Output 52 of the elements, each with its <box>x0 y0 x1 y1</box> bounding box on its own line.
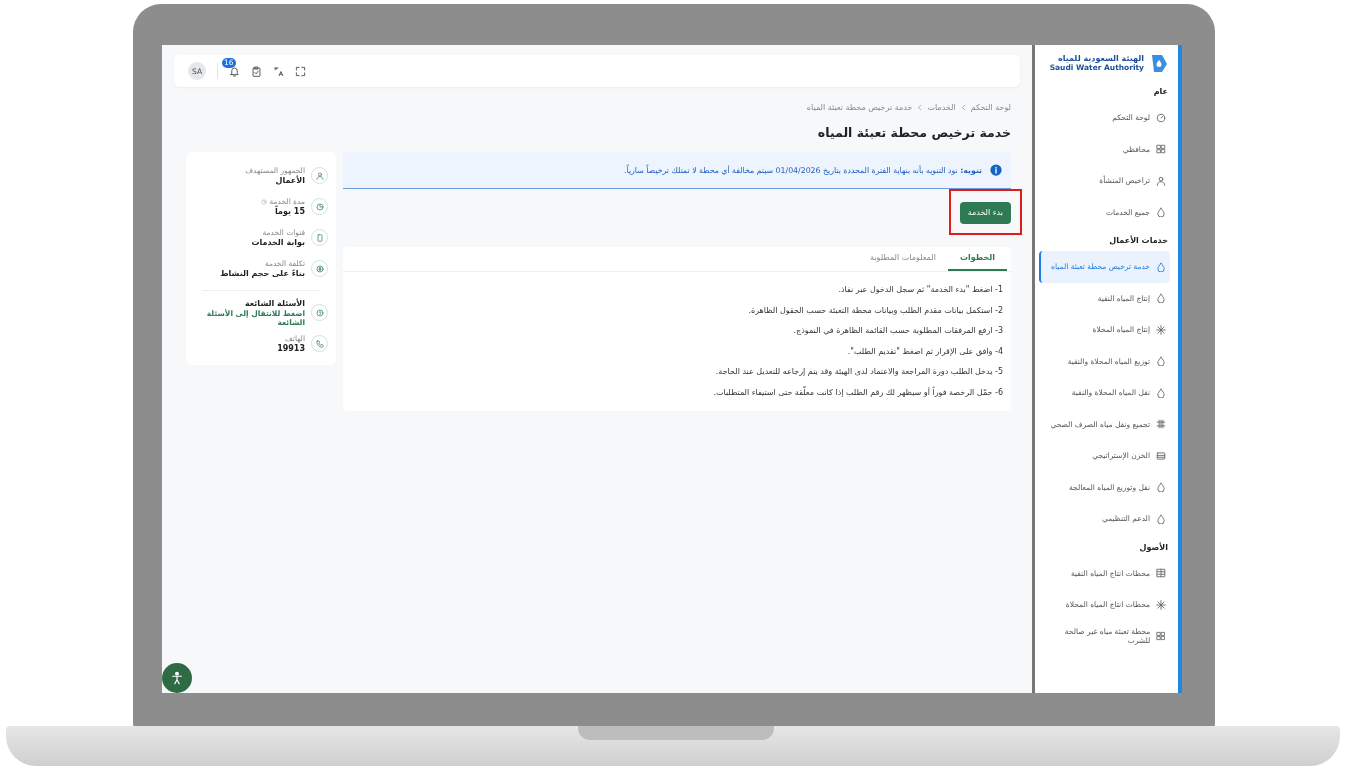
grid-icon <box>1156 631 1166 642</box>
drop-icon <box>1156 387 1166 398</box>
step-text: 2- استكمل بيانات مقدم الطلب وبيانات محطة التعبئة حسب الحقول الظاهرة. <box>747 304 1004 317</box>
drop-icon <box>1156 356 1166 367</box>
snowflake-icon <box>1156 324 1166 335</box>
accessibility-icon <box>170 671 184 685</box>
step-text: 6- حمّل الرخصة فوراً أو سيظهر لك رقم الطلب إذا كانت معلّقة حتى استيفاء المتطلبات. <box>712 385 1004 399</box>
start-service-button[interactable]: بدء الخدمة <box>959 201 1011 224</box>
step-text: 1- اضغط "بدء الخدمة" ثم سجل الدخول عبر نفاذ. <box>837 284 1004 297</box>
sidebar-section-title: الأصول <box>1138 542 1168 552</box>
drop-icon <box>1156 207 1166 218</box>
breadcrumb-link[interactable]: لوحة التحكم <box>970 103 1011 112</box>
logo-arabic-text: الهيئة السعودية للمياه <box>1057 54 1144 63</box>
chevron-icon <box>916 104 924 111</box>
breadcrumb-link[interactable]: الخدمات <box>927 103 956 112</box>
info-value: 19913 <box>277 344 305 353</box>
mobile-icon <box>315 233 324 242</box>
drop-icon <box>1156 293 1166 304</box>
tab[interactable]: المعلومات المطلوبة <box>858 246 948 271</box>
drop-icon <box>1156 482 1166 493</box>
info-value: 15 يوماً <box>275 207 305 216</box>
info-value: بناءً على حجم النشاط <box>220 269 305 278</box>
sidebar-section-title: خدمات الأعمال <box>1108 236 1168 245</box>
tab[interactable]: الخطوات <box>947 246 1007 271</box>
accessibility-button[interactable] <box>162 663 192 693</box>
step-text: 3- ارفع المرفقات المطلوبة حسب القائمة الظاهرة في النموذج. <box>792 325 1004 338</box>
sidebar-section-title: عام <box>1152 87 1168 96</box>
bell-icon <box>229 65 240 77</box>
drop-icon <box>1156 261 1166 272</box>
table-icon <box>1156 568 1166 579</box>
chevron-icon <box>959 104 967 111</box>
translate-icon <box>273 65 284 77</box>
coin-icon <box>315 264 324 273</box>
step-text: 4- وافق على الإقرار ثم اضغط "تقديم الطلب". <box>846 345 1004 358</box>
person-icon <box>315 171 324 180</box>
snowflake-icon <box>1156 599 1166 610</box>
tank-icon <box>1156 450 1166 461</box>
faq-title: الأسئلة الشائعة <box>244 298 305 308</box>
clipboard-icon <box>251 65 262 77</box>
breadcrumb-link[interactable]: خدمة ترخيص محطة تعبئة المياه <box>806 103 913 112</box>
page-title: خدمة ترخيص محطة تعبئة المياه <box>816 125 1011 140</box>
info-value: بوابة الخدمات <box>251 238 305 247</box>
info-icon <box>990 164 1002 176</box>
person-icon <box>1156 175 1166 186</box>
phone-icon <box>315 339 324 348</box>
info-value: الأعمال <box>275 176 305 185</box>
hash-icon <box>1156 419 1166 430</box>
step-text: 5- يدخل الطلب دورة المراجعة والاعتماد لدى الهيئة وقد يتم إرجاعه للتعديل عند الحاجة. <box>714 366 1004 379</box>
gauge-icon <box>1156 112 1166 123</box>
grid-icon <box>1156 144 1166 155</box>
fullscreen-icon <box>295 65 306 77</box>
drop-icon <box>1156 513 1166 524</box>
